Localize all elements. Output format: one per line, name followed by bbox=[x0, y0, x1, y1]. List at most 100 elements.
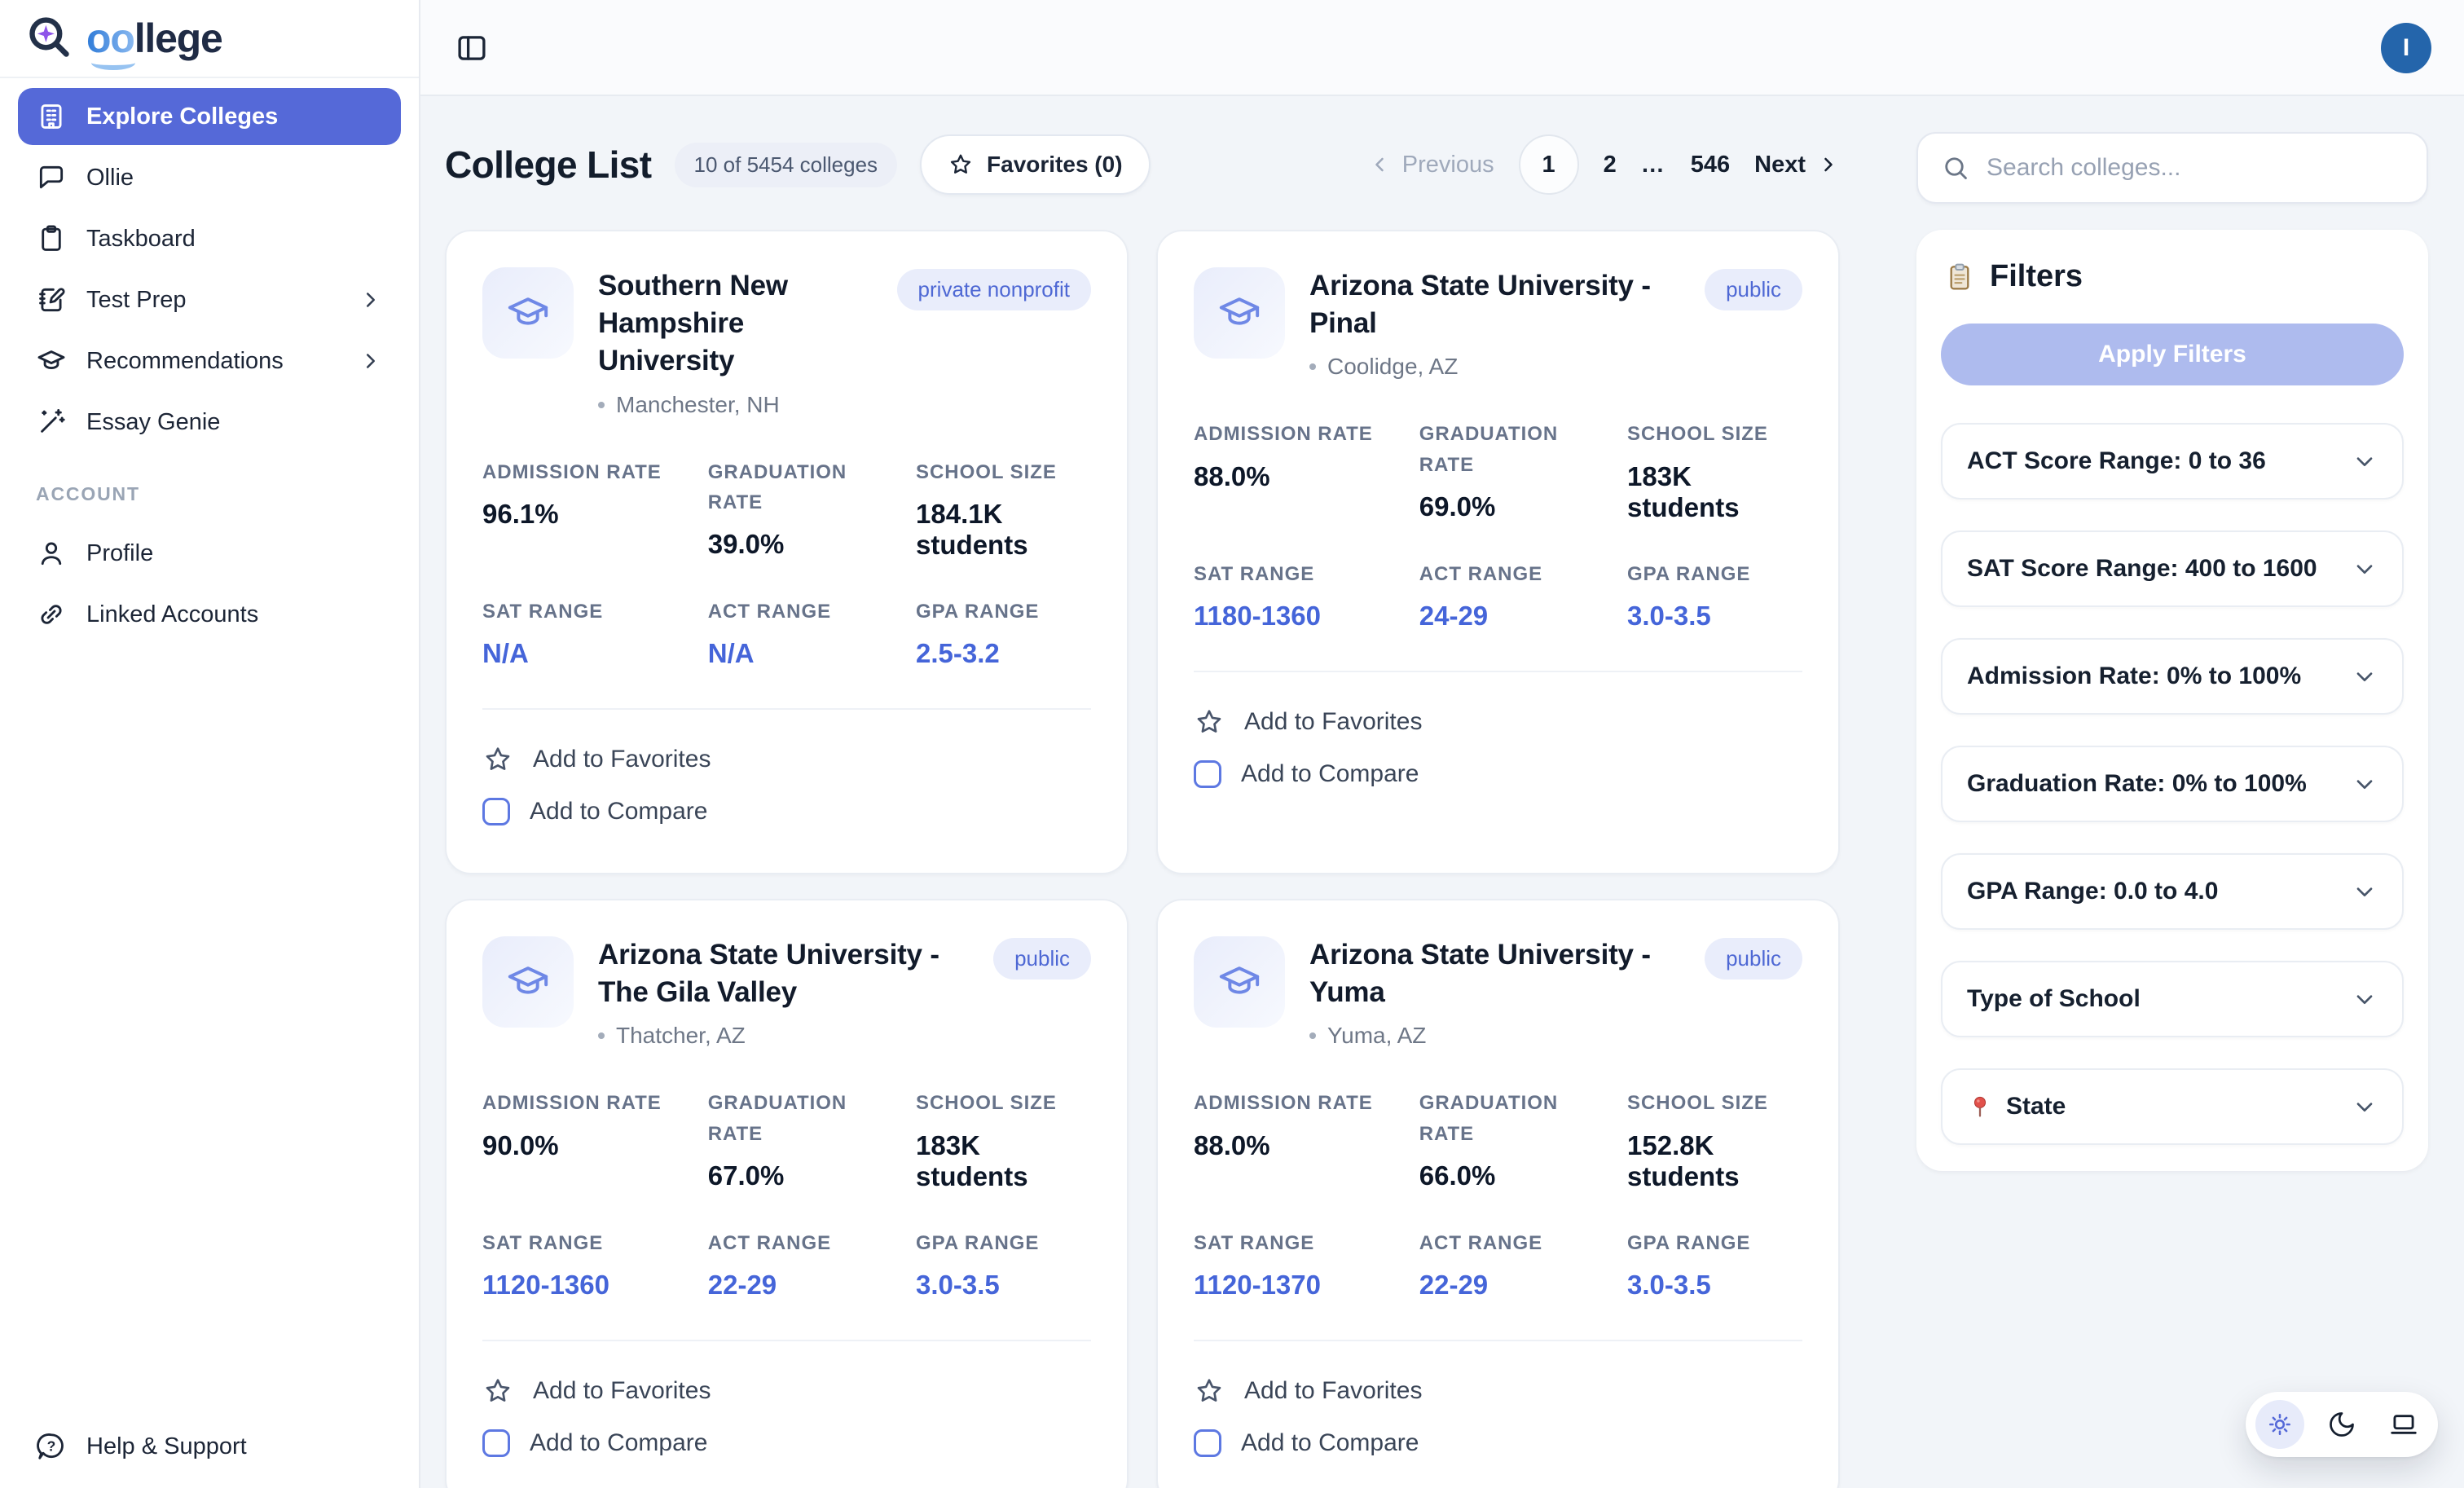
admission-rate-value: 90.0% bbox=[482, 1130, 679, 1161]
sat-range-value: 1120-1360 bbox=[482, 1270, 679, 1301]
sidebar-item-recommendations[interactable]: Recommendations bbox=[18, 332, 401, 390]
add-to-compare[interactable]: Add to Compare bbox=[1194, 749, 1802, 799]
compare-checkbox[interactable] bbox=[482, 1429, 510, 1457]
sidebar-item-explore-colleges[interactable]: Explore Colleges bbox=[18, 88, 401, 145]
pagination-page-last[interactable]: 546 bbox=[1691, 152, 1730, 178]
brand-name-oo: oo bbox=[86, 18, 134, 59]
act-range-label: ACT RANGE bbox=[708, 1228, 887, 1258]
college-card: Arizona State University - Pinal public … bbox=[1156, 230, 1840, 874]
sidebar-item-linked-accounts[interactable]: Linked Accounts bbox=[18, 586, 401, 643]
chevron-down-icon bbox=[2352, 986, 2378, 1012]
college-location: Manchester, NH bbox=[598, 392, 1091, 418]
favorites-button[interactable]: Favorites (0) bbox=[920, 134, 1151, 195]
sidebar-item-test-prep[interactable]: Test Prep bbox=[18, 271, 401, 328]
gpa-range-label: GPA RANGE bbox=[916, 1228, 1091, 1258]
apply-filters-button[interactable]: Apply Filters bbox=[1941, 324, 2404, 385]
filter-graduation-rate[interactable]: Graduation Rate: 0% to 100% bbox=[1941, 746, 2404, 822]
search-input[interactable] bbox=[1987, 154, 2404, 182]
dark-theme-button[interactable] bbox=[2317, 1400, 2366, 1449]
pagination: Previous 1 2 … 546 Next bbox=[1368, 134, 1840, 195]
svg-text:?: ? bbox=[47, 1438, 56, 1455]
pagination-page-current[interactable]: 1 bbox=[1519, 134, 1579, 195]
filter-sat-score-range[interactable]: SAT Score Range: 400 to 1600 bbox=[1941, 530, 2404, 607]
add-to-compare[interactable]: Add to Compare bbox=[1194, 1418, 1802, 1468]
college-cards-grid: Southern New Hampshire University privat… bbox=[445, 230, 1840, 1488]
filters-panel: Filters Apply Filters ACT Score Range: 0… bbox=[1916, 132, 2428, 1171]
system-theme-button[interactable] bbox=[2379, 1400, 2428, 1449]
add-to-favorites[interactable]: Add to Favorites bbox=[482, 1364, 1091, 1418]
pagination-next-label: Next bbox=[1754, 152, 1806, 178]
chevron-left-icon bbox=[1368, 153, 1391, 176]
college-card-header: Southern New Hampshire University privat… bbox=[482, 267, 1091, 418]
gpa-range-value: 3.0-3.5 bbox=[916, 1270, 1091, 1301]
compare-checkbox[interactable] bbox=[1194, 1429, 1221, 1457]
add-to-compare-label: Add to Compare bbox=[530, 798, 707, 825]
light-theme-button[interactable] bbox=[2255, 1400, 2304, 1449]
sun-icon bbox=[2265, 1410, 2295, 1439]
filter-state[interactable]: State bbox=[1941, 1068, 2404, 1145]
college-card: Arizona State University - The Gila Vall… bbox=[445, 899, 1129, 1488]
pagination-next[interactable]: Next bbox=[1754, 152, 1840, 178]
add-to-favorites[interactable]: Add to Favorites bbox=[482, 733, 1091, 786]
college-name: Arizona State University - The Gila Vall… bbox=[598, 936, 977, 1011]
add-to-favorites-label: Add to Favorites bbox=[533, 1377, 711, 1405]
college-stats-row-1: ADMISSION RATE 90.0% GRADUATION RATE 67.… bbox=[482, 1088, 1091, 1191]
sidebar-item-label: Profile bbox=[86, 540, 153, 567]
school-size-value: 183K students bbox=[916, 1130, 1091, 1192]
search-box bbox=[1916, 132, 2428, 204]
chevron-right-icon bbox=[359, 288, 383, 312]
sat-range-label: SAT RANGE bbox=[482, 597, 679, 627]
filter-gpa-range[interactable]: GPA Range: 0.0 to 4.0 bbox=[1941, 853, 2404, 930]
sidebar-item-help-support[interactable]: ? Help & Support bbox=[18, 1418, 401, 1475]
compare-checkbox[interactable] bbox=[482, 798, 510, 825]
graduation-rate-value: 67.0% bbox=[708, 1160, 887, 1191]
act-range-value: 24-29 bbox=[1419, 601, 1598, 632]
link-icon bbox=[36, 599, 67, 630]
filters-card: Filters Apply Filters ACT Score Range: 0… bbox=[1916, 230, 2428, 1171]
bullet-dot bbox=[598, 1032, 605, 1039]
graduation-rate-label: GRADUATION RATE bbox=[1419, 1088, 1582, 1148]
school-size-label: SCHOOL SIZE bbox=[1627, 1088, 1802, 1118]
admission-rate-label: ADMISSION RATE bbox=[1194, 419, 1390, 449]
filters-heading: Filters bbox=[1941, 259, 2404, 294]
college-type-badge: public bbox=[993, 938, 1091, 980]
college-location: Coolidge, AZ bbox=[1309, 354, 1802, 380]
sidebar-item-taskboard[interactable]: Taskboard bbox=[18, 210, 401, 267]
graduation-cap-icon bbox=[505, 290, 551, 336]
pagination-previous[interactable]: Previous bbox=[1368, 152, 1494, 178]
add-to-favorites[interactable]: Add to Favorites bbox=[1194, 695, 1802, 749]
college-location: Yuma, AZ bbox=[1309, 1023, 1802, 1049]
add-to-compare[interactable]: Add to Compare bbox=[482, 786, 1091, 837]
star-icon bbox=[1194, 1376, 1225, 1407]
sidebar-nav: Explore Colleges Ollie Taskboard bbox=[0, 78, 419, 451]
add-to-compare[interactable]: Add to Compare bbox=[482, 1418, 1091, 1468]
search-icon bbox=[1941, 153, 1970, 183]
filter-act-score-range[interactable]: ACT Score Range: 0 to 36 bbox=[1941, 423, 2404, 500]
sidebar-item-ollie[interactable]: Ollie bbox=[18, 149, 401, 206]
add-to-favorites[interactable]: Add to Favorites bbox=[1194, 1364, 1802, 1418]
sidebar-item-essay-genie[interactable]: Essay Genie bbox=[18, 394, 401, 451]
brand-smile-decoration bbox=[91, 55, 135, 70]
sidebar-item-label: Taskboard bbox=[86, 226, 196, 253]
filter-admission-rate[interactable]: Admission Rate: 0% to 100% bbox=[1941, 638, 2404, 715]
filter-list: ACT Score Range: 0 to 36 SAT Score Range… bbox=[1941, 423, 2404, 1145]
admission-rate-label: ADMISSION RATE bbox=[1194, 1088, 1390, 1118]
avatar[interactable]: I bbox=[2381, 23, 2431, 73]
sidebar-toggle-button[interactable] bbox=[455, 31, 489, 65]
college-stats-row-2: SAT RANGE 1180-1360 ACT RANGE 24-29 GPA … bbox=[1194, 559, 1802, 632]
add-to-compare-label: Add to Compare bbox=[530, 1429, 707, 1457]
college-card: Southern New Hampshire University privat… bbox=[445, 230, 1129, 874]
sidebar-item-label: Test Prep bbox=[86, 287, 187, 314]
college-name: Arizona State University - Pinal bbox=[1309, 267, 1688, 342]
filter-type-of-school[interactable]: Type of School bbox=[1941, 961, 2404, 1037]
sidebar-item-profile[interactable]: Profile bbox=[18, 525, 401, 582]
sidebar-account-nav: Profile Linked Accounts bbox=[0, 515, 419, 643]
pagination-page[interactable]: 2 bbox=[1604, 152, 1617, 178]
college-stats-row-1: ADMISSION RATE 88.0% GRADUATION RATE 66.… bbox=[1194, 1088, 1802, 1191]
topbar: I bbox=[420, 0, 2464, 96]
clipboard-icon bbox=[36, 223, 67, 254]
chevron-right-icon bbox=[1817, 153, 1840, 176]
magnifier-q-icon bbox=[26, 14, 75, 63]
compare-checkbox[interactable] bbox=[1194, 760, 1221, 788]
graduation-rate-label: GRADUATION RATE bbox=[708, 457, 871, 517]
